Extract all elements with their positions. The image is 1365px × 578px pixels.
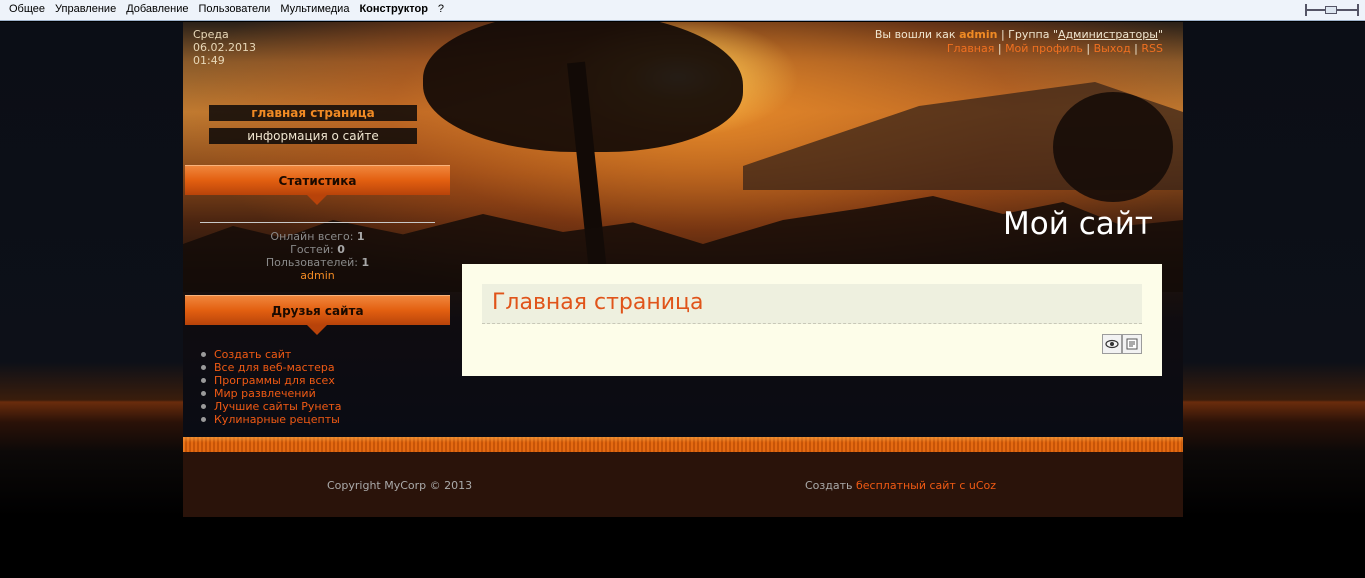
eye-icon[interactable] <box>1102 334 1122 354</box>
logout-link[interactable]: Выход <box>1094 42 1131 55</box>
tree-silhouette <box>1053 92 1173 202</box>
online-value: 1 <box>356 230 365 243</box>
current-date: 06.02.2013 <box>193 41 256 54</box>
admin-menu-help[interactable]: ? <box>433 3 449 15</box>
admin-menu-general[interactable]: Общее <box>4 3 50 15</box>
admin-menu-add[interactable]: Добавление <box>121 3 193 15</box>
friend-link[interactable]: Кулинарные рецепты <box>214 413 340 426</box>
admin-toolbar: Общее Управление Добавление Пользователи… <box>0 0 1365 21</box>
copyright: Copyright MyCorp © 2013 <box>327 479 473 492</box>
users-value: 1 <box>361 256 370 269</box>
site-title: Мой сайт <box>1003 206 1153 242</box>
guests-label: Гостей: <box>290 243 334 256</box>
stats-block: Онлайн всего: 1 Гостей: 0 Пользователей:… <box>200 222 435 282</box>
list-item: Мир развлечений <box>201 387 342 400</box>
footer: Copyright MyCorp © 2013 Создать бесплатн… <box>183 452 1183 517</box>
current-time: 01:49 <box>193 54 225 67</box>
create-prefix: Создать <box>805 479 853 492</box>
friend-link[interactable]: Мир развлечений <box>214 387 316 400</box>
site-page: Среда 06.02.2013 01:49 Вы вошли как admi… <box>183 22 1183 517</box>
content-header: Главная страница <box>482 284 1142 324</box>
online-label: Онлайн всего: <box>270 230 354 243</box>
day-of-week: Среда <box>193 28 229 41</box>
width-slider[interactable] <box>1305 4 1359 16</box>
page-title: Главная страница <box>492 290 704 315</box>
friends-block-title: Друзья сайта <box>185 295 450 335</box>
guests-value: 0 <box>337 243 345 256</box>
friend-link[interactable]: Программы для всех <box>214 374 335 387</box>
nav-item-about[interactable]: информация о сайте <box>209 128 417 144</box>
list-item: Программы для всех <box>201 374 342 387</box>
slider-right-cap <box>1357 4 1359 16</box>
home-link[interactable]: Главная <box>947 42 995 55</box>
divider <box>200 222 435 223</box>
list-item: Лучшие сайты Рунета <box>201 400 342 413</box>
content-panel: Главная страница <box>462 264 1162 376</box>
online-user-link[interactable]: admin <box>300 269 334 282</box>
slider-knob[interactable] <box>1325 6 1337 14</box>
slider-left-cap <box>1305 4 1307 16</box>
friends-title: Друзья сайта <box>271 304 364 318</box>
nav-item-home[interactable]: главная страница <box>209 105 417 121</box>
rss-link[interactable]: RSS <box>1141 42 1163 55</box>
block-arrow-icon <box>307 195 327 205</box>
list-item: Создать сайт <box>201 348 342 361</box>
profile-link[interactable]: Мой профиль <box>1005 42 1083 55</box>
admin-menu-constructor[interactable]: Конструктор <box>354 3 432 15</box>
date-time: Среда 06.02.2013 01:49 <box>193 28 256 67</box>
main-nav: главная страница информация о сайте <box>209 105 417 151</box>
friends-list: Создать сайт Все для веб-мастера Програм… <box>201 348 342 426</box>
edit-icon[interactable] <box>1122 334 1142 354</box>
username[interactable]: admin <box>959 28 997 41</box>
friend-link[interactable]: Лучшие сайты Рунета <box>214 400 342 413</box>
ucoz-link[interactable]: с uCoz <box>959 479 996 492</box>
friend-link[interactable]: Создать сайт <box>214 348 291 361</box>
list-item: Все для веб-мастера <box>201 361 342 374</box>
free-site-link[interactable]: бесплатный сайт <box>856 479 956 492</box>
list-item: Кулинарные рецепты <box>201 413 342 426</box>
group-label: Группа <box>1008 28 1050 41</box>
admin-menu-users[interactable]: Пользователи <box>194 3 276 15</box>
users-label: Пользователей: <box>265 256 358 269</box>
block-arrow-icon <box>307 325 327 335</box>
stats-block-title: Статистика <box>185 165 450 205</box>
admin-menu-multimedia[interactable]: Мультимедиа <box>275 3 354 15</box>
admin-menu-manage[interactable]: Управление <box>50 3 121 15</box>
group-link[interactable]: Администраторы <box>1058 28 1158 41</box>
footer-stripe <box>183 437 1183 452</box>
content-actions <box>1102 334 1142 354</box>
login-info: Вы вошли как admin | Группа "Администрат… <box>874 28 1163 55</box>
stats-title: Статистика <box>278 174 357 188</box>
ucoz-credit: Создать бесплатный сайт с uCoz <box>805 479 996 492</box>
friend-link[interactable]: Все для веб-мастера <box>214 361 335 374</box>
admin-menu: Общее Управление Добавление Пользователи… <box>4 3 449 15</box>
logged-as-label: Вы вошли как <box>874 28 956 41</box>
